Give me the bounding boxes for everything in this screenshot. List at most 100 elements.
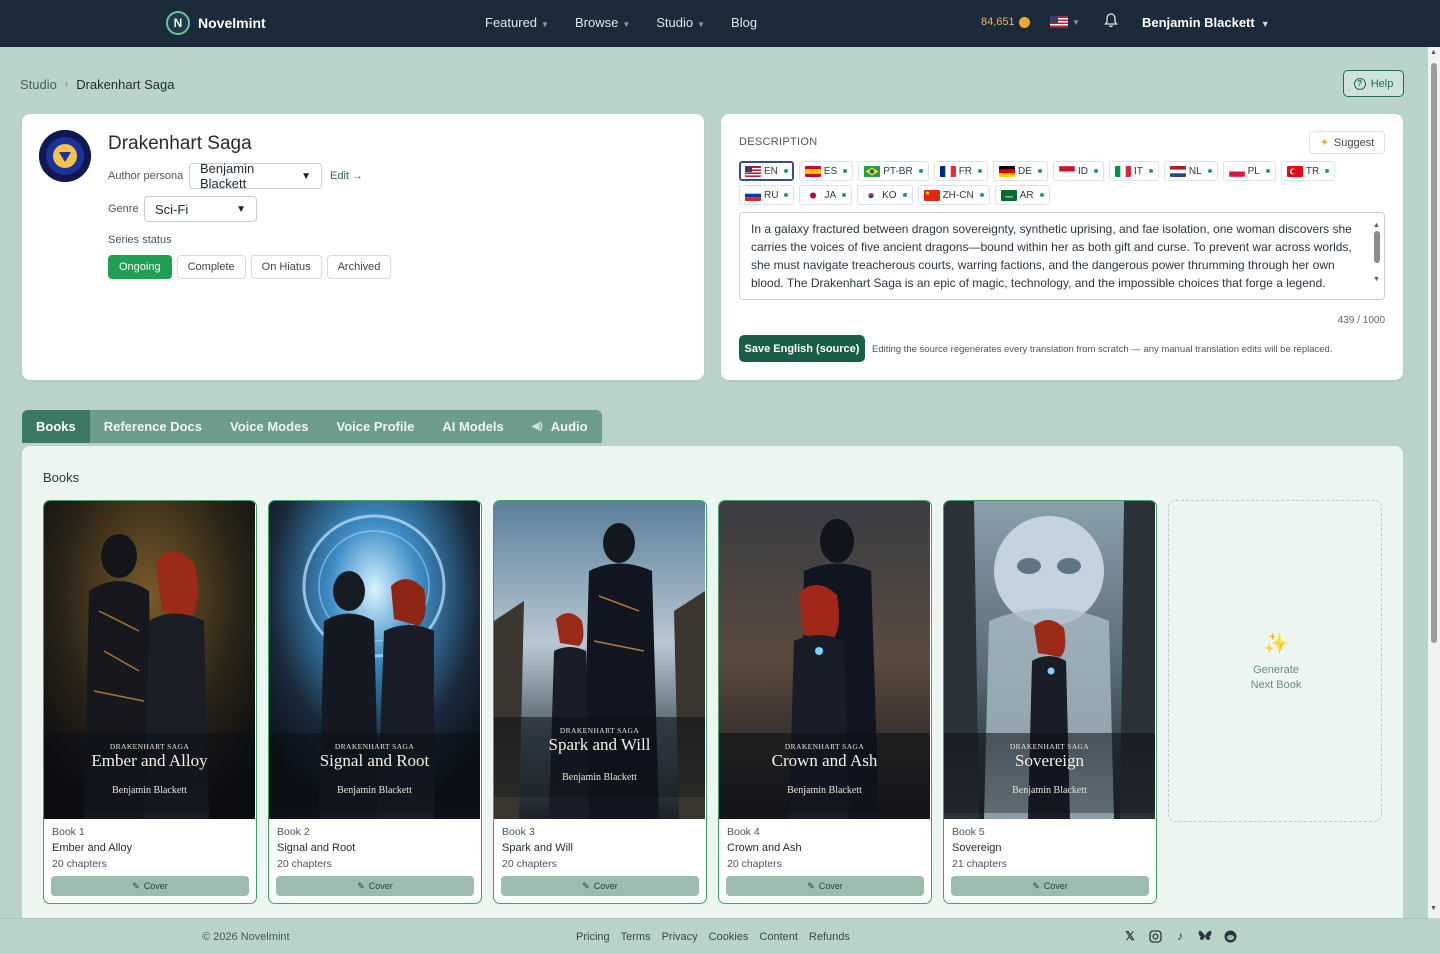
tab-reference-docs[interactable]: Reference Docs xyxy=(90,410,216,443)
status-dot-icon xyxy=(1037,169,1042,173)
page-scroll-thumb[interactable] xyxy=(1431,63,1437,643)
book-card[interactable]: DRAKENHART SAGA Spark and Will Benjamin … xyxy=(493,500,707,904)
footer-link-refunds[interactable]: Refunds xyxy=(809,931,850,943)
cover-button[interactable]: ✎ Cover xyxy=(951,876,1149,896)
cover-button[interactable]: ✎ Cover xyxy=(276,876,474,896)
textarea-scroll-thumb[interactable] xyxy=(1374,231,1380,263)
lang-tab-ru[interactable]: RU xyxy=(739,185,795,205)
nav-blog-label: Blog xyxy=(731,15,758,30)
footer-link-pricing[interactable]: Pricing xyxy=(576,931,610,943)
tiktok-icon[interactable]: ♪ xyxy=(1173,929,1187,943)
brush-icon: ✎ xyxy=(132,880,140,891)
chevron-down-icon: ▼ xyxy=(697,20,706,29)
flag-cn-icon xyxy=(923,189,940,201)
footer-link-content[interactable]: Content xyxy=(759,931,798,943)
book-chapters: 20 chapters xyxy=(727,858,782,870)
chevron-down-icon: ▼ xyxy=(541,20,549,29)
nav-browse[interactable]: Browse ▼ xyxy=(575,15,630,30)
footer-link-privacy[interactable]: Privacy xyxy=(662,931,698,943)
brand-name: Novelmint xyxy=(198,15,266,31)
generate-label-line2: Next Book xyxy=(1250,679,1302,691)
brush-icon: ✎ xyxy=(807,880,815,891)
status-dot-icon xyxy=(784,193,789,197)
footer-link-cookies[interactable]: Cookies xyxy=(709,931,749,943)
tab-voice-profile[interactable]: Voice Profile xyxy=(323,410,429,443)
lang-tab-de[interactable]: DE xyxy=(993,161,1048,181)
lang-tab-ar[interactable]: AR xyxy=(994,185,1050,205)
lang-tab-pt-br[interactable]: PT-BR xyxy=(858,161,929,181)
genre-label: Genre xyxy=(108,203,139,215)
tab-ai-models[interactable]: AI Models xyxy=(428,410,517,443)
nav-studio-label: Studio xyxy=(656,15,694,30)
status-on-hiatus[interactable]: On Hiatus xyxy=(250,255,322,279)
scroll-down-arrow-icon[interactable]: ▼ xyxy=(1430,905,1437,912)
book-title: Spark and Will xyxy=(502,842,573,854)
brand-logo[interactable]: N Novelmint xyxy=(166,11,266,35)
lang-tab-zh-cn[interactable]: ZH-CN xyxy=(917,185,990,205)
genre-value: Sci-Fi xyxy=(155,201,189,217)
lang-tab-en[interactable]: EN xyxy=(739,161,794,181)
language-switcher[interactable]: ▼ xyxy=(1050,16,1080,28)
page-scrollbar[interactable]: ▲ ▼ xyxy=(1428,47,1440,918)
lang-tab-ja[interactable]: JA xyxy=(799,185,853,205)
book-card[interactable]: DRAKENHART SAGA Ember and Alloy Benjamin… xyxy=(43,500,257,904)
lang-code: ID xyxy=(1077,165,1088,177)
description-textarea[interactable]: In a galaxy fractured between dragon sov… xyxy=(739,212,1385,300)
save-source-button[interactable]: Save English (source) xyxy=(739,335,865,362)
lang-tab-tr[interactable]: TR xyxy=(1280,161,1336,181)
nav-links: Featured ▼ Browse ▼ Studio ▼ Blog xyxy=(485,15,783,30)
status-ongoing[interactable]: Ongoing xyxy=(108,255,172,279)
book-card[interactable]: DRAKENHART SAGA Crown and Ash Benjamin B… xyxy=(718,500,932,904)
breadcrumb: Studio › Drakenhart Saga xyxy=(20,77,175,92)
edit-persona-link[interactable]: Edit → xyxy=(330,170,363,182)
footer-link-terms[interactable]: Terms xyxy=(621,931,651,943)
flag-es-icon xyxy=(804,165,821,177)
notifications-bell-icon[interactable] xyxy=(1104,13,1118,32)
breadcrumb-studio[interactable]: Studio xyxy=(20,77,57,92)
status-dot-icon xyxy=(1265,169,1270,173)
suggest-button[interactable]: ✦ Suggest xyxy=(1309,131,1385,154)
bluesky-icon[interactable] xyxy=(1198,929,1212,943)
nav-studio[interactable]: Studio ▼ xyxy=(656,15,705,30)
lang-code: FR xyxy=(958,165,973,177)
us-flag-icon xyxy=(1050,16,1068,28)
book-number: Book 5 xyxy=(952,826,985,838)
book-card[interactable]: DRAKENHART SAGA Sovereign Benjamin Black… xyxy=(943,500,1157,904)
nav-blog[interactable]: Blog xyxy=(731,15,757,30)
cover-title: Spark and Will xyxy=(548,735,651,754)
cover-saga-label: DRAKENHART SAGA xyxy=(784,742,865,751)
genre-select[interactable]: Sci-Fi ▼ xyxy=(144,196,257,222)
coin-balance[interactable]: 84,651 xyxy=(981,16,1030,28)
status-archived[interactable]: Archived xyxy=(326,255,392,279)
textarea-scrollbar[interactable]: ▲ ▼ xyxy=(1373,217,1381,283)
flag-br-icon xyxy=(864,165,881,177)
brush-icon: ✎ xyxy=(1032,880,1040,891)
flag-de-icon xyxy=(999,165,1016,177)
lang-tab-id[interactable]: ID xyxy=(1052,161,1104,181)
help-button[interactable]: ? Help xyxy=(1343,70,1404,97)
cover-button[interactable]: ✎ Cover xyxy=(726,876,924,896)
tab-books[interactable]: Books xyxy=(22,410,90,443)
lang-tab-ko[interactable]: KO xyxy=(857,185,913,205)
lang-tab-pl[interactable]: PL xyxy=(1222,161,1276,181)
nav-featured[interactable]: Featured ▼ xyxy=(485,15,549,30)
scroll-up-arrow-icon[interactable]: ▲ xyxy=(1430,49,1437,56)
lang-tab-fr[interactable]: FR xyxy=(933,161,989,181)
x-icon[interactable]: 𝕏 xyxy=(1123,929,1137,943)
cover-button[interactable]: ✎ Cover xyxy=(51,876,249,896)
instagram-icon[interactable] xyxy=(1148,929,1162,943)
lang-tab-es[interactable]: ES xyxy=(798,161,854,181)
tab-voice-modes[interactable]: Voice Modes xyxy=(216,410,323,443)
user-menu[interactable]: Benjamin Blackett ▼ xyxy=(1142,15,1270,30)
tab-audio[interactable]: ◀) Audio xyxy=(518,410,602,443)
book-card[interactable]: DRAKENHART SAGA Signal and Root Benjamin… xyxy=(268,500,482,904)
author-persona-select[interactable]: Benjamin Blackett ▼ xyxy=(189,161,322,191)
status-complete[interactable]: Complete xyxy=(176,255,246,279)
lang-tab-nl[interactable]: NL xyxy=(1163,161,1218,181)
reddit-icon[interactable] xyxy=(1223,929,1237,943)
help-label: Help xyxy=(1370,77,1394,90)
lang-tab-it[interactable]: IT xyxy=(1108,161,1159,181)
series-avatar[interactable] xyxy=(39,130,91,182)
generate-next-book-card[interactable]: ✨ Generate Next Book xyxy=(1168,500,1382,822)
cover-button[interactable]: ✎ Cover xyxy=(501,876,699,896)
